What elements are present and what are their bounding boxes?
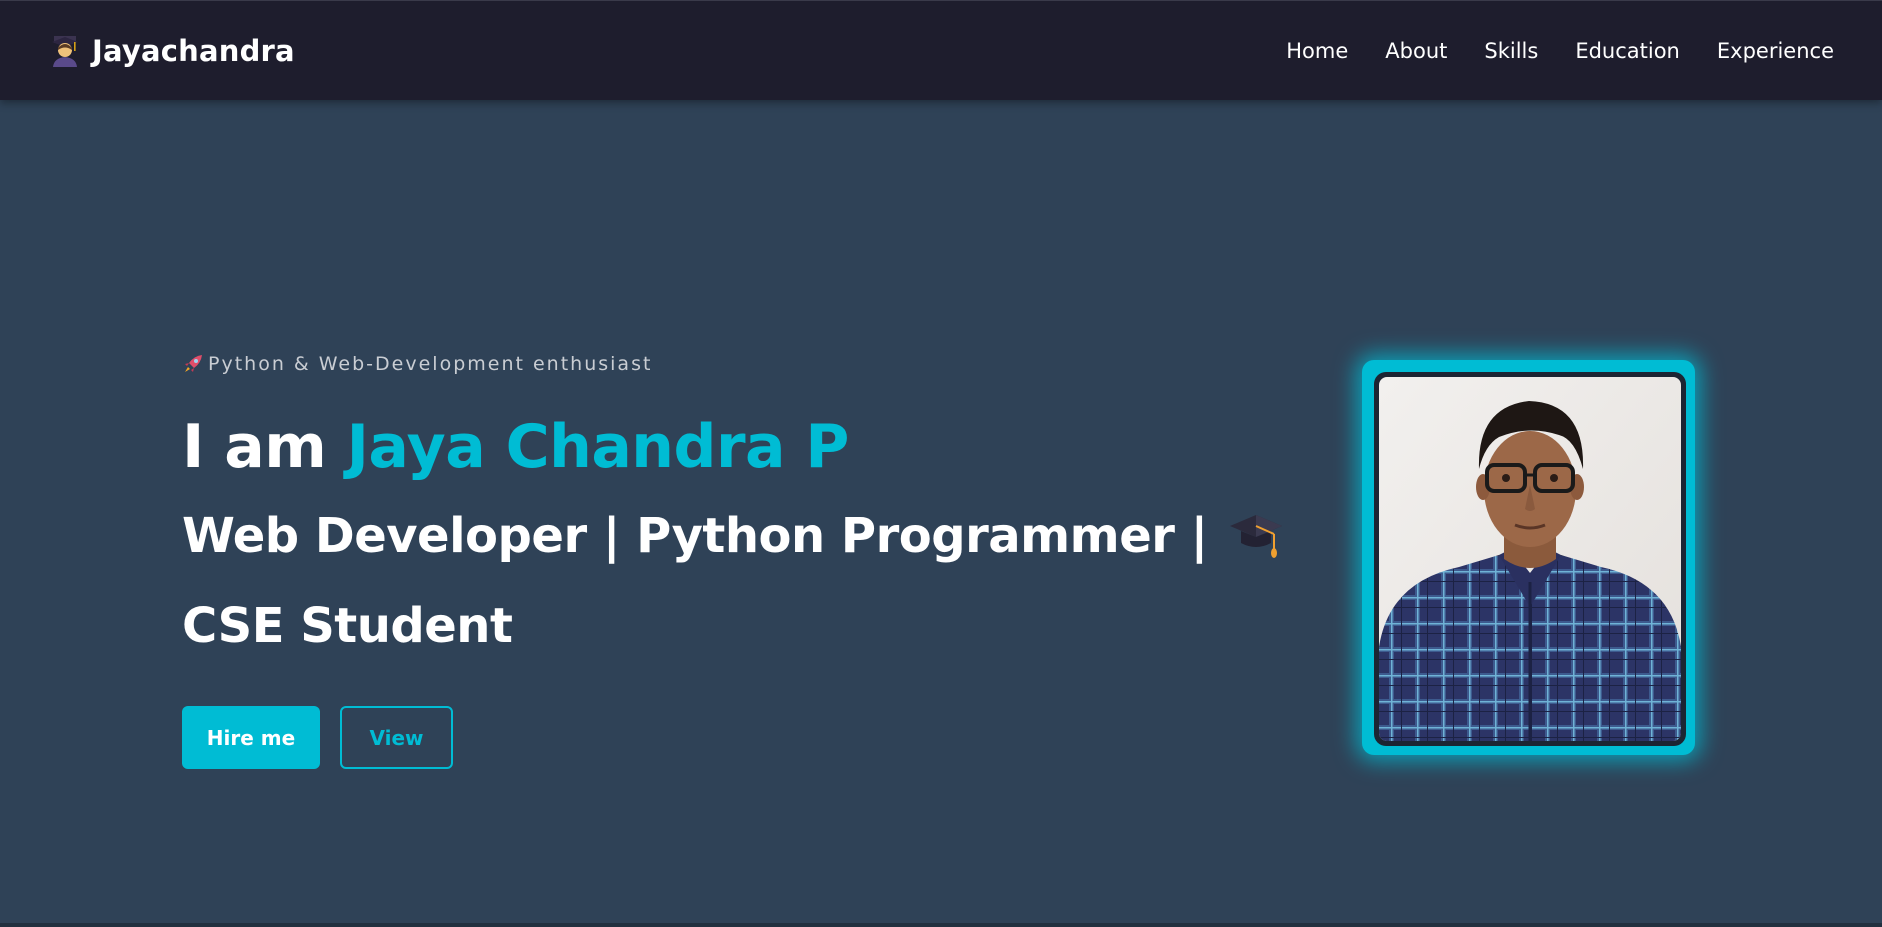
nav-link-education[interactable]: Education — [1575, 39, 1680, 63]
nav-link-about[interactable]: About — [1385, 39, 1447, 63]
greeting-text: I am — [182, 412, 347, 482]
rocket-icon — [182, 353, 204, 375]
hero-text: Python & Web-Development enthusiast I am… — [182, 350, 1352, 769]
tagline-text: Python & Web-Development enthusiast — [208, 353, 653, 375]
nav-link-experience[interactable]: Experience — [1717, 39, 1834, 63]
tagline: Python & Web-Development enthusiast — [182, 350, 1352, 378]
roles-text: Web Developer | Python Programmer | — [182, 508, 1224, 564]
profile-photo-frame — [1362, 360, 1695, 755]
nav-links: Home About Skills Education Experience — [1286, 39, 1834, 63]
brand-name: Jayachandra — [92, 33, 295, 68]
student-emoji-icon — [48, 34, 82, 68]
navbar: Jayachandra Home About Skills Education … — [0, 0, 1882, 100]
hero-buttons: Hire me View — [182, 706, 1352, 769]
section-divider — [0, 923, 1882, 927]
profile-photo — [1379, 377, 1681, 741]
view-button[interactable]: View — [340, 706, 453, 769]
profile-photo-border — [1374, 372, 1686, 746]
hero-name: Jaya Chandra P — [346, 412, 850, 482]
hero-roles: Web Developer | Python Programmer | CSE … — [182, 491, 1372, 671]
brand-link[interactable]: Jayachandra — [48, 34, 295, 68]
hero-headline: I am Jaya Chandra P — [182, 409, 1352, 485]
roles-tail-text: CSE Student — [182, 598, 513, 654]
graduation-cap-icon — [1228, 501, 1284, 558]
hire-me-button[interactable]: Hire me — [182, 706, 320, 769]
nav-link-skills[interactable]: Skills — [1484, 39, 1538, 63]
nav-link-home[interactable]: Home — [1286, 39, 1348, 63]
